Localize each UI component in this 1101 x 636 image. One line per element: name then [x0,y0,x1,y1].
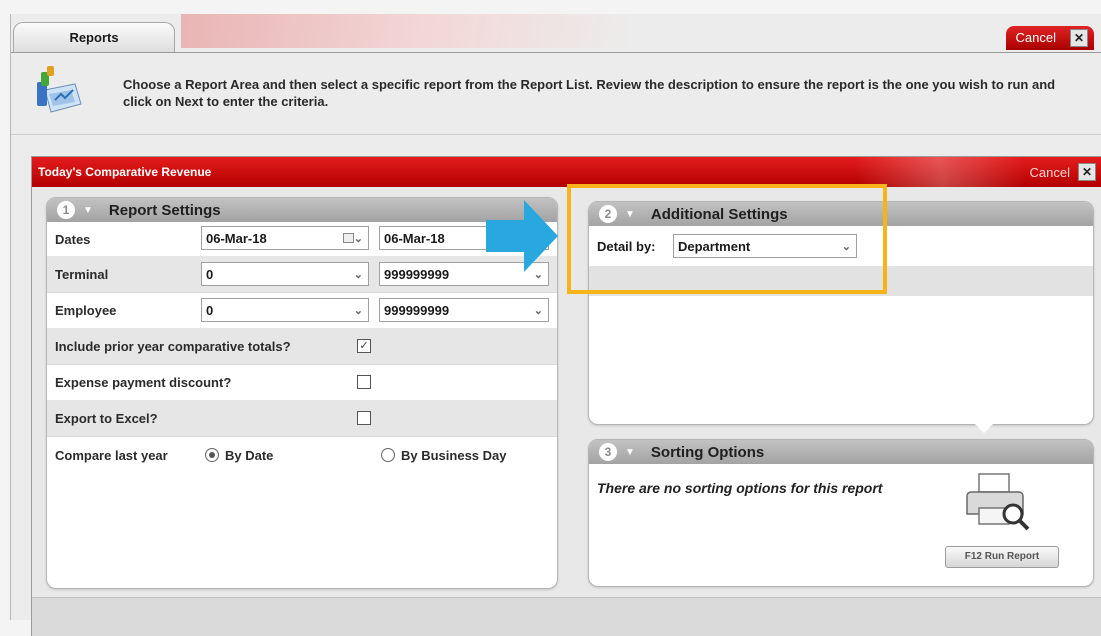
date-to-value: 06-Mar-18 [384,231,445,246]
dialog-cancel-button[interactable]: Cancel [1030,165,1070,180]
export-excel-row: Export to Excel? [47,400,557,437]
dialog-titlebar: Today's Comparative Revenue Cancel ✕ [32,157,1101,187]
terminal-label: Terminal [55,267,109,282]
tab-reports[interactable]: Reports [13,22,175,53]
employee-row: Employee 0 ⌄ 999999999 ⌄ [47,292,557,329]
titlebar-shine [744,157,1024,187]
reports-window: Reports Cancel ✕ Choose a Report Area an… [10,14,1101,636]
employee-label: Employee [55,303,117,318]
close-icon[interactable]: ✕ [1070,29,1088,47]
terminal-from-value: 0 [206,267,214,282]
report-dialog: Today's Comparative Revenue Cancel ✕ 1 ▼… [31,156,1101,636]
chevron-down-icon[interactable]: ⌄ [354,263,363,287]
dates-row: Dates 06-Mar-18 ⌄ 06-Mar-18 [47,222,557,257]
reports-icon [37,66,82,113]
sorting-options-header[interactable]: 3 ▼ Sorting Options [589,440,1093,464]
arrow-annotation-icon [486,200,558,272]
highlight-box [567,184,887,294]
dialog-footer [32,597,1101,636]
report-settings-title: Report Settings [108,201,221,219]
instructions-text: Choose a Report Area and then select a s… [123,77,1056,109]
dates-label: Dates [55,232,91,247]
tab-divider [11,52,1101,53]
by-business-day-radio[interactable] [381,448,395,462]
collapse-caret-icon[interactable]: ▼ [625,447,635,458]
employee-to-select[interactable]: 999999999 ⌄ [379,298,549,322]
section-number-badge: 3 [599,443,617,461]
expense-discount-label: Expense payment discount? [55,375,232,390]
export-excel-label: Export to Excel? [55,411,158,426]
chevron-down-icon[interactable]: ⌄ [534,299,543,323]
date-from-value: 06-Mar-18 [206,231,267,246]
expense-discount-row: Expense payment discount? [47,364,557,401]
panel-pointer [974,423,994,433]
employee-to-value: 999999999 [384,303,450,318]
printer-icon[interactable] [965,470,1031,532]
report-settings-panel: 1 ▼ Report Settings Dates 06-Mar-18 ⌄ 06… [46,197,558,589]
sorting-options-panel: 3 ▼ Sorting Options There are no sorting… [588,439,1094,587]
compare-last-year-row: Compare last year By Date By Business Da… [47,436,557,474]
terminal-row: Terminal 0 ⌄ 999999999 ⌄ [47,256,557,293]
expense-discount-checkbox[interactable] [357,375,371,389]
chevron-down-icon[interactable]: ⌄ [354,227,363,251]
prior-year-row: Include prior year comparative totals? ✓ [47,328,557,365]
by-date-label[interactable]: By Date [225,448,273,463]
no-sorting-message: There are no sorting options for this re… [597,480,883,496]
terminal-from-select[interactable]: 0 ⌄ [201,262,369,286]
run-report-button[interactable]: F12 Run Report [945,546,1059,568]
employee-from-select[interactable]: 0 ⌄ [201,298,369,322]
chevron-down-icon[interactable]: ⌄ [354,299,363,323]
by-date-radio[interactable] [205,448,219,462]
dialog-close-icon[interactable]: ✕ [1078,163,1096,181]
window-cancel-label: Cancel [1015,30,1056,45]
collapse-caret-icon[interactable]: ▼ [83,205,93,216]
employee-from-value: 0 [206,303,214,318]
dialog-title: Today's Comparative Revenue [38,165,212,179]
by-business-day-label[interactable]: By Business Day [401,448,507,463]
section-number-badge: 1 [57,201,75,219]
header-divider [11,134,1101,135]
terminal-to-value: 999999999 [384,267,450,282]
calendar-icon[interactable] [343,233,354,243]
report-settings-header[interactable]: 1 ▼ Report Settings [47,198,557,222]
prior-year-checkbox[interactable]: ✓ [357,339,371,353]
export-excel-checkbox[interactable] [357,411,371,425]
window-cancel-button[interactable]: Cancel ✕ [1005,26,1094,50]
prior-year-label: Include prior year comparative totals? [55,339,291,354]
date-from-field[interactable]: 06-Mar-18 ⌄ [201,226,369,250]
header-decoration [181,14,631,48]
sorting-options-title: Sorting Options [650,443,765,461]
compare-last-year-label: Compare last year [55,448,168,463]
